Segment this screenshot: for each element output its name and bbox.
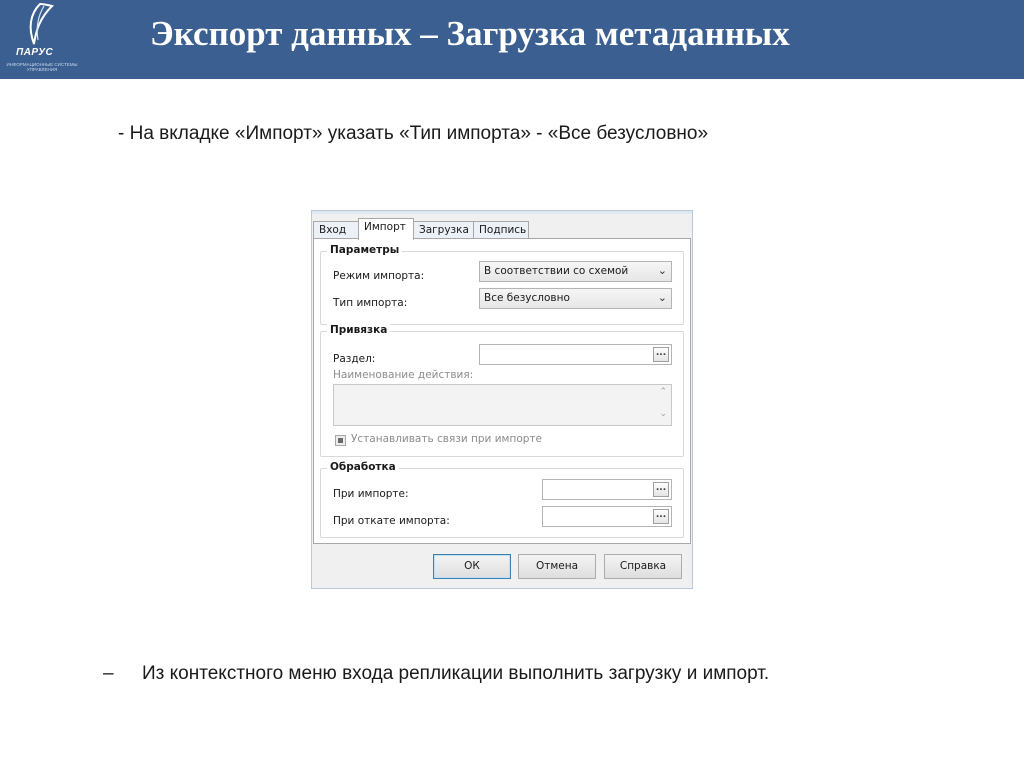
sail-logo-icon — [29, 2, 54, 45]
chevron-down-icon: ⌄ — [657, 264, 667, 277]
tab-import[interactable]: Импорт — [358, 218, 414, 240]
slide-header: ПАРУС ИНФОРМАЦИОННЫЕ СИСТЕМЫ УПРАВЛЕНИЯ … — [0, 0, 1024, 79]
params-group: Параметры Режим импорта: В соответствии … — [320, 244, 684, 325]
binding-group: Привязка Раздел: ... Наименование действ… — [320, 324, 684, 457]
action-name-label: Наименование действия: — [333, 369, 474, 381]
action-name-memo[interactable]: ⌃ ⌄ — [333, 384, 672, 426]
bullet-marker: – — [103, 663, 114, 684]
on-rollback-label: При откате импорта: — [333, 515, 450, 527]
binding-group-label: Привязка — [327, 324, 391, 336]
cancel-button[interactable]: Отмена — [518, 554, 596, 579]
slide-title: Экспорт данных – Загрузка метаданных — [150, 14, 790, 53]
scroll-up-icon: ⌃ — [659, 387, 667, 397]
logo-tagline: ИНФОРМАЦИОННЫЕ СИСТЕМЫ УПРАВЛЕНИЯ — [6, 62, 78, 72]
tab-zagruzka[interactable]: Загрузка — [413, 221, 474, 239]
scroll-down-icon: ⌄ — [659, 409, 667, 419]
help-button[interactable]: Справка — [604, 554, 682, 579]
section-label: Раздел: — [333, 353, 376, 365]
import-mode-value: В соответствии со схемой — [484, 265, 629, 277]
dialog-top-border — [312, 211, 692, 214]
set-links-label: Устанавливать связи при импорте — [351, 433, 542, 445]
import-type-value: Все безусловно — [484, 292, 570, 304]
import-mode-select[interactable]: В соответствии со схемой ⌄ — [479, 261, 672, 282]
processing-group-label: Обработка — [327, 461, 399, 473]
ellipsis-icon[interactable]: ... — [653, 482, 669, 497]
instruction-text-1: - На вкладке «Импорт» указать «Тип импор… — [118, 123, 709, 144]
chevron-down-icon: ⌄ — [657, 291, 667, 304]
ellipsis-icon[interactable]: ... — [653, 509, 669, 524]
import-mode-label: Режим импорта: — [333, 270, 425, 282]
on-import-label: При импорте: — [333, 488, 409, 500]
ok-button[interactable]: ОК — [433, 554, 511, 579]
tab-podpis[interactable]: Подпись — [473, 221, 529, 239]
processing-group: Обработка При импорте: ... При откате им… — [320, 461, 684, 538]
section-lookup-field[interactable]: ... — [479, 344, 672, 365]
import-tab-panel: Параметры Режим импорта: В соответствии … — [313, 238, 691, 544]
on-import-lookup-field[interactable]: ... — [542, 479, 672, 500]
import-type-label: Тип импорта: — [333, 297, 408, 309]
import-type-select[interactable]: Все безусловно ⌄ — [479, 288, 672, 309]
instruction-text-2: Из контекстного меню входа репликации вы… — [142, 663, 770, 684]
import-settings-dialog: Вход Импорт Загрузка Подпись Параметры Р… — [311, 210, 693, 589]
set-links-checkbox[interactable] — [335, 435, 346, 446]
params-group-label: Параметры — [327, 244, 403, 256]
tab-vhod[interactable]: Вход — [313, 221, 359, 239]
ellipsis-icon[interactable]: ... — [653, 347, 669, 362]
parus-logo: ПАРУС ИНФОРМАЦИОННЫЕ СИСТЕМЫ УПРАВЛЕНИЯ — [0, 0, 84, 79]
on-rollback-lookup-field[interactable]: ... — [542, 506, 672, 527]
logo-wordmark: ПАРУС — [16, 47, 54, 58]
